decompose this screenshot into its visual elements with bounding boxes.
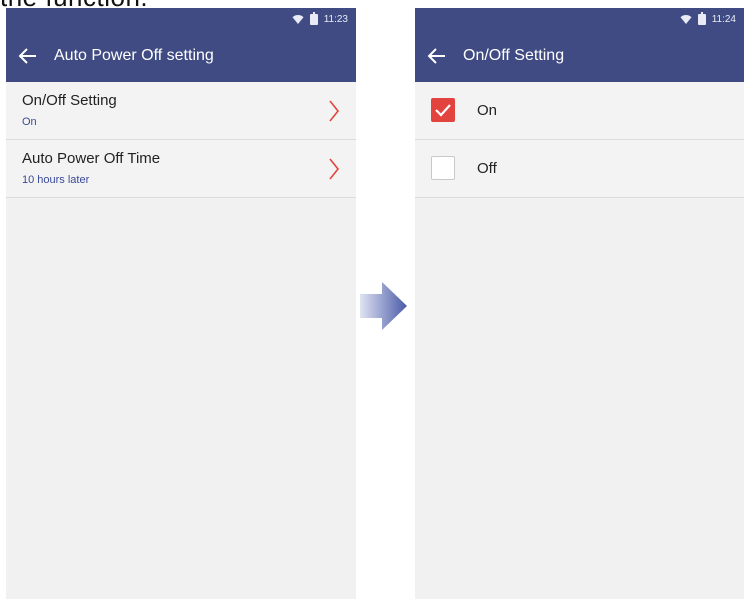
setting-item-onoff[interactable]: On/Off Setting On xyxy=(6,82,356,140)
status-time: 11:23 xyxy=(323,13,348,25)
setting-item-power-off-time[interactable]: Auto Power Off Time 10 hours later xyxy=(6,140,356,198)
app-bar: On/Off Setting xyxy=(415,30,744,82)
checkbox-off[interactable] xyxy=(431,156,455,180)
back-arrow-icon[interactable] xyxy=(427,46,447,66)
option-label: Off xyxy=(477,160,497,177)
setting-item-title: On/Off Setting xyxy=(22,92,117,109)
setting-item-title: Auto Power Off Time xyxy=(22,150,161,167)
app-bar: Auto Power Off setting xyxy=(6,30,356,82)
checkbox-on[interactable] xyxy=(431,98,455,122)
left-screen: 11:23 Auto Power Off setting On/Off Sett… xyxy=(6,8,356,599)
setting-item-value: 10 hours later xyxy=(22,174,90,186)
settings-list: On/Off Setting On Auto Power Off Time 10… xyxy=(6,82,356,198)
right-screen: 11:24 On/Off Setting On Off xyxy=(415,8,744,599)
status-icons: 11:23 xyxy=(292,8,348,30)
transition-arrow-icon xyxy=(360,282,407,330)
option-item-on[interactable]: On xyxy=(415,82,744,140)
chevron-right-icon xyxy=(329,158,340,180)
checkmark-icon xyxy=(435,104,451,117)
battery-icon xyxy=(697,11,706,25)
wifi-icon xyxy=(292,15,304,24)
setting-item-value: On xyxy=(22,116,37,128)
back-arrow-icon[interactable] xyxy=(18,46,38,66)
option-label: On xyxy=(477,102,498,119)
status-time: 11:24 xyxy=(711,13,736,25)
page-title: On/Off Setting xyxy=(463,47,565,64)
page-title: Auto Power Off setting xyxy=(54,47,214,64)
chevron-right-icon xyxy=(329,100,340,122)
status-bar: 11:23 xyxy=(6,8,356,30)
option-list: On Off xyxy=(415,82,744,198)
status-bar: 11:24 xyxy=(415,8,744,30)
wifi-icon xyxy=(680,15,692,24)
status-icons: 11:24 xyxy=(680,8,736,30)
option-item-off[interactable]: Off xyxy=(415,140,744,198)
battery-icon xyxy=(309,11,318,25)
